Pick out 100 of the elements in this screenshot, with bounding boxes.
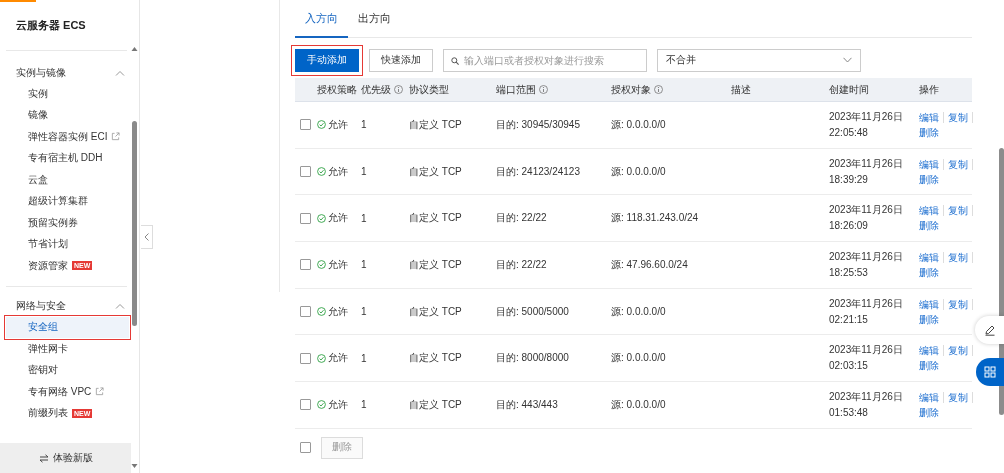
checkbox[interactable] [300, 259, 311, 271]
table-cell-text: 1 [361, 399, 368, 411]
table-cell-text: 自定义 TCP [409, 304, 463, 319]
add-button[interactable]: 手动添加 [295, 48, 359, 72]
scroll-down-icon [131, 463, 138, 469]
quick-add-button[interactable]: 快速添加 [369, 48, 433, 72]
action-link[interactable]: 复制 [948, 158, 973, 170]
chevron-left-icon [144, 233, 149, 241]
table-cell-text: 1 [361, 166, 368, 178]
sidebar-item[interactable]: 实例 [6, 83, 129, 105]
table-cell-text: 目的: 22/22 [496, 257, 548, 272]
tab[interactable]: 入方向 [295, 0, 348, 38]
table-cell: 允许 [328, 164, 348, 179]
action-link[interactable]: 删除 [919, 313, 943, 325]
action-link[interactable]: 复制 [948, 298, 973, 310]
table-cell-text: 2023年11月26日 02:21:15 [829, 296, 904, 327]
table-cell-text: 1 [361, 119, 368, 131]
check-circle-icon [317, 307, 326, 317]
table-cell-text: 目的: 5000/5000 [496, 304, 570, 319]
check-circle-icon [317, 213, 326, 223]
action-link[interactable]: 复制 [948, 205, 973, 217]
product-title: 云服务器 ECS [16, 17, 86, 33]
edit-button[interactable] [975, 316, 1004, 344]
select-all-checkbox[interactable] [300, 442, 311, 454]
checkbox[interactable] [300, 212, 311, 224]
checkbox[interactable] [300, 119, 311, 131]
info-icon [654, 85, 663, 94]
table-cell-text: 源: 0.0.0.0/0 [611, 117, 667, 132]
table-cell-text: 源: 0.0.0.0/0 [611, 304, 667, 319]
action-link[interactable]: 编辑 [919, 251, 944, 263]
scroll-up-icon [131, 46, 138, 52]
table-cell: 允许 [328, 257, 348, 272]
sidebar-item[interactable]: 安全组 [6, 316, 129, 338]
sidebar-item[interactable]: 云盒 [6, 169, 129, 191]
checkbox[interactable] [300, 352, 311, 364]
sidebar-item[interactable]: 节省计划 [6, 233, 129, 255]
action-link[interactable]: 编辑 [919, 298, 944, 310]
action-link[interactable]: 删除 [919, 173, 943, 185]
checkbox[interactable] [300, 306, 311, 318]
check-circle-icon [317, 400, 326, 410]
sidebar-item[interactable]: 专有宿主机 DDH [6, 147, 129, 169]
column-header: 操作 [919, 82, 939, 97]
check-circle-icon [317, 120, 326, 130]
sidebar-item[interactable]: 密钥对 [6, 359, 129, 381]
sidebar-item[interactable]: 超级计算集群 [6, 190, 129, 212]
external-link-icon [111, 132, 121, 142]
table-cell-text: 1 [361, 352, 368, 364]
action-link[interactable]: 删除 [919, 360, 943, 372]
table-cell: 允许 [328, 117, 348, 132]
table-cell-text: 自定义 TCP [409, 211, 463, 226]
table-cell-text: 源: 118.31.243.0/24 [611, 211, 700, 226]
sidebar-item[interactable]: 弹性网卡 [6, 338, 129, 360]
table-cell: 允许 [328, 304, 348, 319]
merge-select[interactable]: 不合并 [657, 48, 861, 72]
table-cell-text: 目的: 24123/24123 [496, 164, 581, 179]
apps-button[interactable] [976, 358, 1004, 386]
sidebar-item[interactable]: 镜像 [6, 104, 129, 126]
table-cell-text: 2023年11月26日 18:25:53 [829, 249, 904, 280]
column-header: 授权策略 [317, 82, 357, 97]
action-link[interactable]: 删除 [919, 406, 943, 418]
checkbox[interactable] [300, 166, 311, 178]
section-title[interactable]: 网络与安全 [16, 299, 66, 313]
action-link[interactable]: 编辑 [919, 111, 944, 123]
switch-version-label: 体验新版 [52, 451, 93, 465]
table-cell-text: 2023年11月26日 22:05:48 [829, 109, 904, 140]
column-header: 授权对象 [611, 82, 651, 97]
action-link[interactable]: 删除 [919, 266, 943, 278]
table-cell-text: 自定义 TCP [409, 164, 463, 179]
action-link[interactable]: 删除 [919, 220, 943, 232]
section-title[interactable]: 实例与镜像 [16, 65, 66, 80]
scrollbar-thumb[interactable] [132, 121, 137, 326]
action-link[interactable]: 编辑 [919, 391, 944, 403]
sidebar-item[interactable]: 预留实例券 [6, 212, 129, 234]
action-link[interactable]: 复制 [948, 111, 973, 123]
search-field[interactable]: 输入端口或者授权对象进行搜索 [443, 48, 647, 72]
action-link[interactable]: 复制 [948, 391, 973, 403]
info-icon [394, 85, 403, 94]
table-cell-text: 源: 47.96.60.0/24 [611, 257, 689, 272]
table-cell-text: 自定义 TCP [409, 397, 463, 412]
checkbox[interactable] [300, 399, 311, 411]
action-link[interactable]: 复制 [948, 251, 973, 263]
table-cell-text: 目的: 22/22 [496, 211, 548, 226]
collapse-button[interactable] [141, 225, 153, 249]
info-icon [539, 85, 548, 94]
action-link[interactable]: 删除 [919, 126, 943, 138]
table-cell-text: 源: 0.0.0.0/0 [611, 397, 667, 412]
switch-version-button[interactable]: 体验新版 [0, 443, 131, 473]
action-link[interactable]: 编辑 [919, 205, 944, 217]
table-cell-text: 2023年11月26日 01:53:48 [829, 389, 904, 420]
column-header: 描述 [731, 82, 751, 97]
table-cell-text: 自定义 TCP [409, 117, 463, 132]
tab[interactable]: 出方向 [348, 0, 401, 38]
action-link[interactable]: 复制 [948, 345, 973, 357]
action-link[interactable]: 编辑 [919, 345, 944, 357]
table-cell: 允许 [328, 211, 348, 226]
table-cell: 允许 [328, 351, 348, 366]
table-cell-text: 自定义 TCP [409, 257, 463, 272]
sidebar-item[interactable]: 专有网络 VPC [6, 381, 129, 403]
action-link[interactable]: 编辑 [919, 158, 944, 170]
sidebar-item[interactable]: 弹性容器实例 ECI [6, 126, 129, 148]
